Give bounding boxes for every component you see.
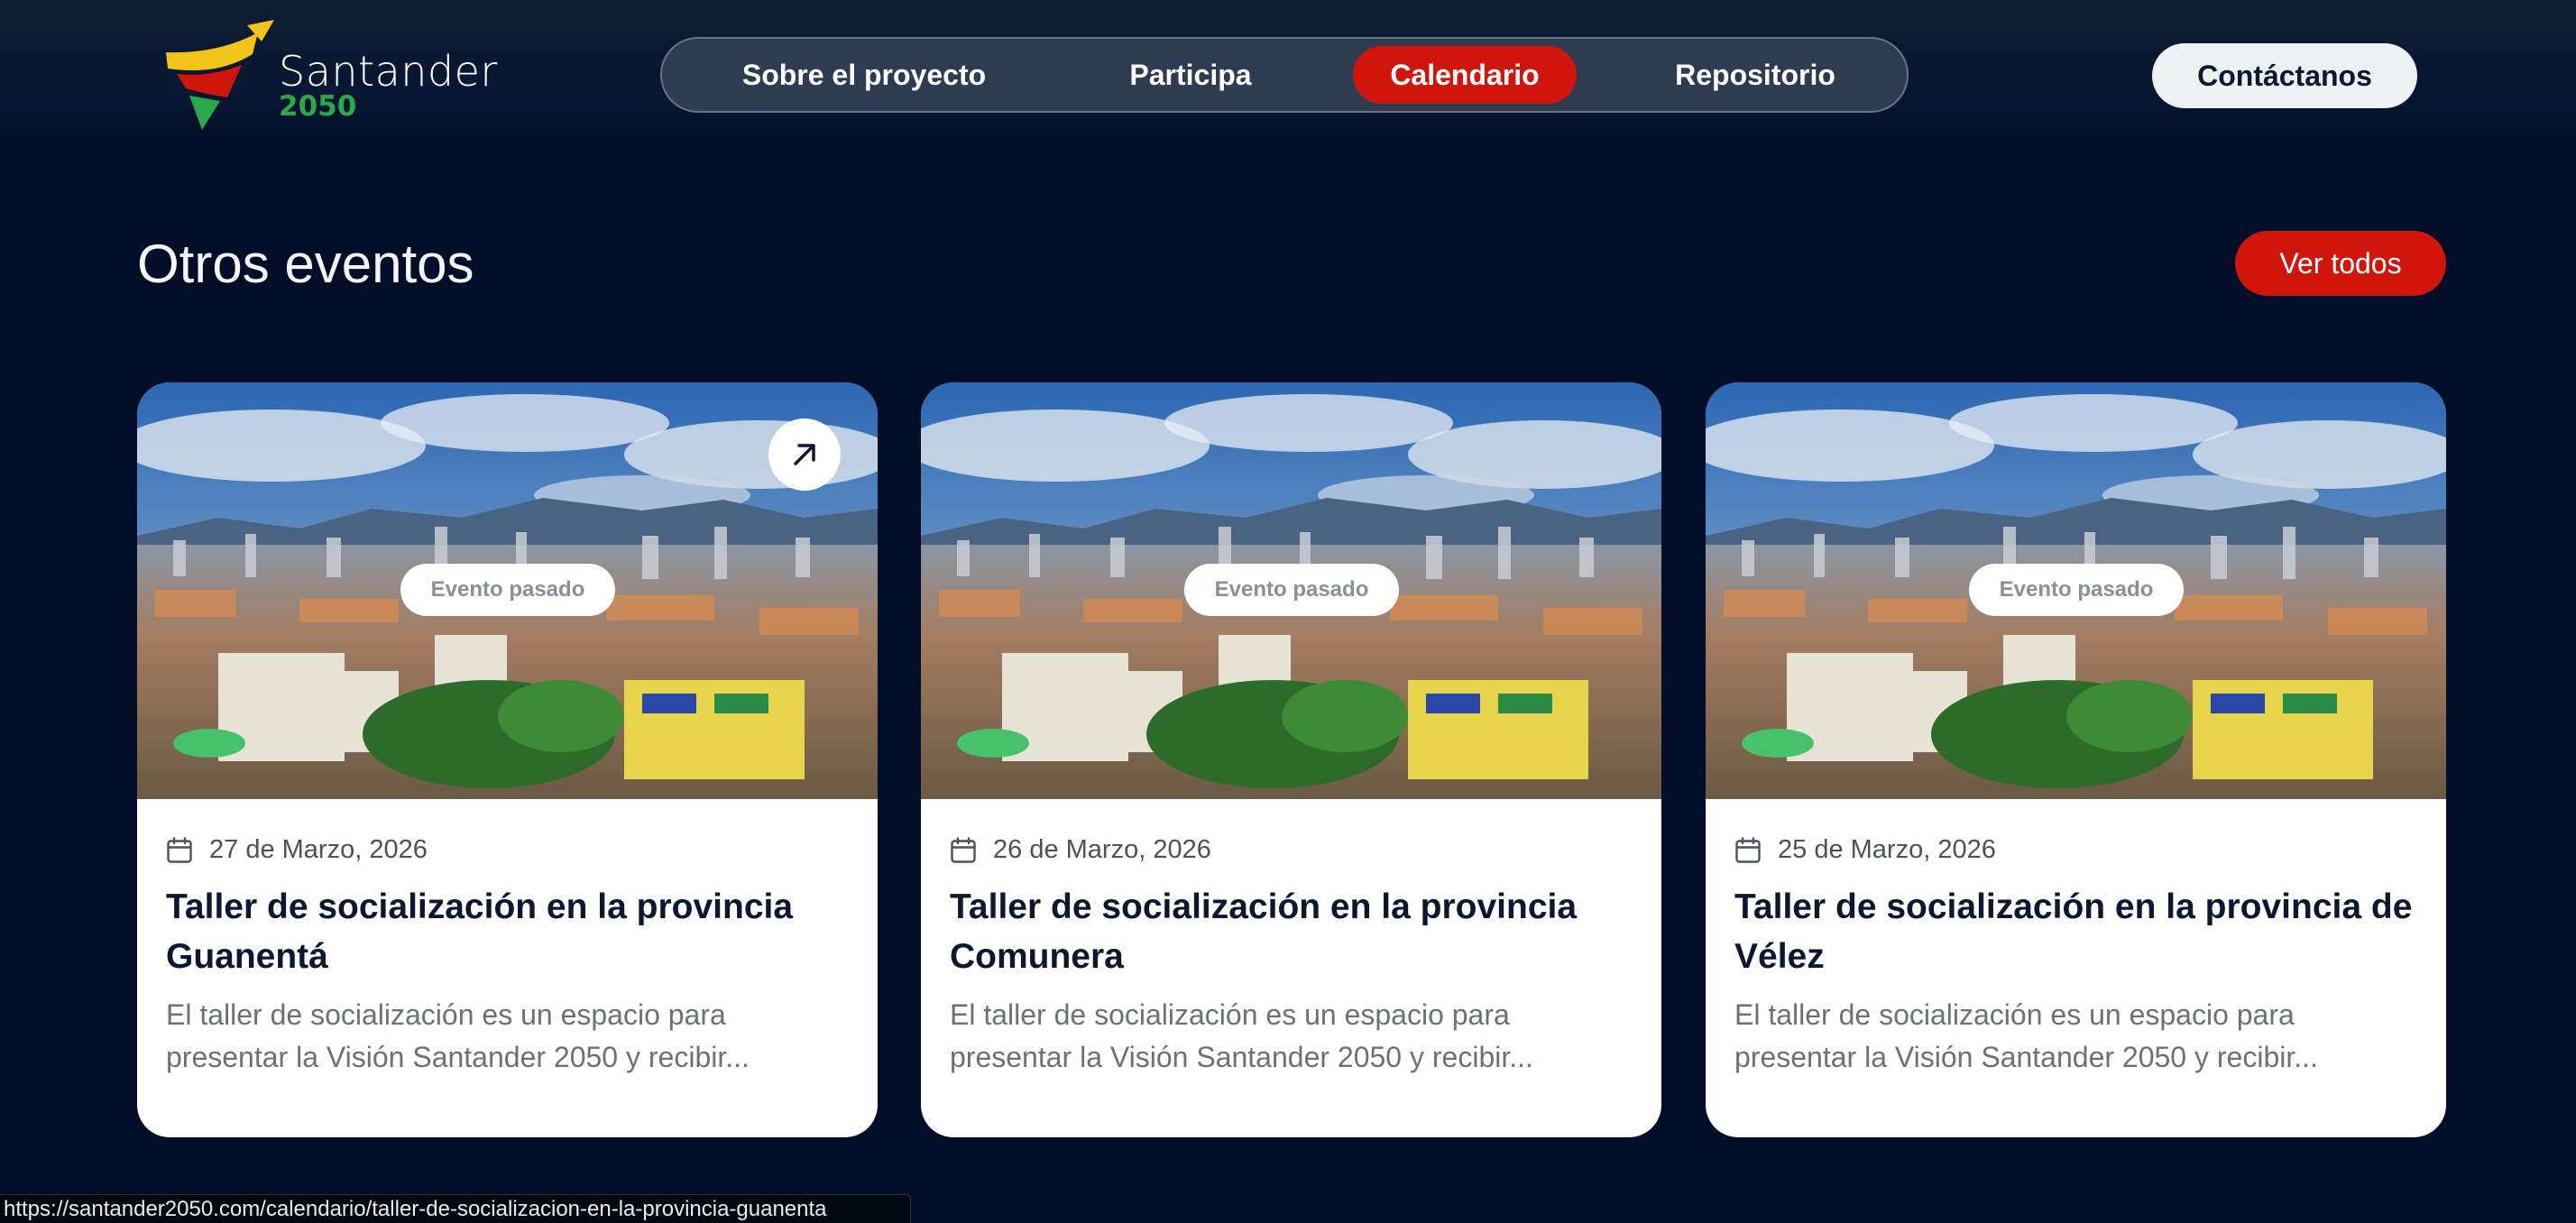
event-card[interactable]: Evento pasado 25 de Marzo, 2026 Taller d… (1706, 382, 2446, 1137)
event-title[interactable]: Taller de socialización en la provincia … (1734, 882, 2420, 981)
event-card[interactable]: Evento pasado 27 de Marzo, 2026 Taller d… (137, 382, 878, 1137)
brand-year: 2050 (279, 90, 357, 123)
nav-item-sobre-el-proyecto[interactable]: Sobre el proyecto (702, 46, 1026, 104)
status-badge: Evento pasado (1969, 564, 2184, 616)
event-card[interactable]: Evento pasado 26 de Marzo, 2026 Taller d… (921, 382, 1661, 1137)
nav-item-calendario[interactable]: Calendario (1353, 46, 1577, 104)
status-badge: Evento pasado (1184, 564, 1399, 616)
section-title: Otros eventos (137, 234, 474, 294)
calendar-icon (951, 837, 976, 863)
see-all-button[interactable]: Ver todos (2235, 231, 2446, 296)
contact-button[interactable]: Contáctanos (2152, 43, 2417, 108)
nav-item-participa[interactable]: Participa (1091, 46, 1290, 104)
event-description: El taller de socialización es un espacio… (166, 998, 750, 1073)
calendar-icon (1735, 837, 1761, 863)
event-description: El taller de socialización es un espacio… (950, 998, 1533, 1073)
brand-name: Santander (279, 47, 498, 96)
brand-mark-icon (166, 20, 274, 130)
site-header: Santander 2050 Sobre el proyecto Partici… (0, 0, 2576, 153)
open-event-button[interactable] (768, 418, 841, 491)
event-date-text: 27 de Marzo, 2026 (209, 835, 428, 864)
brand-logo[interactable]: Santander 2050 (164, 18, 497, 135)
event-date-text: 26 de Marzo, 2026 (993, 835, 1211, 864)
status-badge: Evento pasado (400, 564, 615, 616)
main-nav: Sobre el proyecto Participa Calendario R… (660, 37, 1909, 113)
event-description: El taller de socialización es un espacio… (1734, 998, 2318, 1073)
nav-item-repositorio[interactable]: Repositorio (1638, 46, 1872, 104)
arrow-up-right-icon (794, 444, 815, 465)
event-date-text: 25 de Marzo, 2026 (1778, 835, 1996, 864)
link-status-url: https://santander2050.com/calendario/tal… (0, 1194, 911, 1223)
event-title[interactable]: Taller de socialización en la provincia … (950, 882, 1635, 981)
event-title[interactable]: Taller de socialización en la provincia … (166, 882, 851, 981)
calendar-icon (167, 837, 192, 863)
